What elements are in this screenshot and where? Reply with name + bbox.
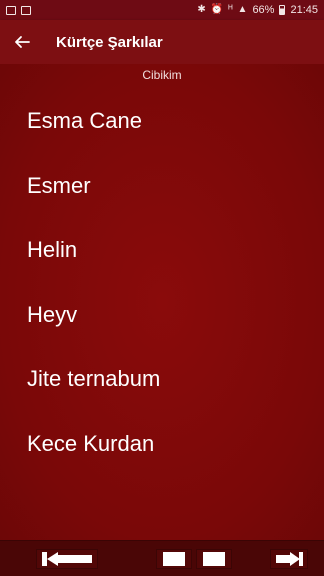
song-item-heyv[interactable]: Heyv (0, 283, 324, 348)
song-item-esma-cane[interactable]: Esma Cane (0, 89, 324, 154)
clock: 21:45 (290, 4, 318, 16)
pause-icon (203, 552, 225, 566)
status-right: ✱ ⏰ ᴴ ▲ 66% 21:45 (197, 4, 318, 16)
bluetooth-icon: ✱ (197, 4, 206, 15)
alarm-icon: ⏰ (210, 4, 224, 15)
arrow-left-icon (15, 36, 30, 48)
stop-icon (163, 552, 185, 566)
player-bar (0, 540, 324, 576)
battery-percent: 66% (252, 4, 275, 16)
song-item-esmer[interactable]: Esmer (0, 154, 324, 219)
wifi-icon: ᴴ (228, 4, 233, 15)
pause-button[interactable] (196, 549, 232, 569)
skip-previous-icon (42, 552, 92, 566)
now-playing-title: Cibikim (142, 68, 182, 82)
status-bar: ✱ ⏰ ᴴ ▲ 66% 21:45 (0, 0, 324, 20)
song-list: Esma Cane Esmer Helin Heyv Jite ternabum… (0, 89, 324, 476)
song-item-helin[interactable]: Helin (0, 218, 324, 283)
skip-next-icon (276, 552, 303, 566)
next-button[interactable] (270, 549, 308, 569)
stop-button[interactable] (156, 549, 192, 569)
song-item-jite-ternabum[interactable]: Jite ternabum (0, 347, 324, 412)
page-title: Kürtçe Şarkılar (56, 33, 163, 51)
previous-button[interactable] (36, 549, 98, 569)
image-icon (6, 5, 16, 15)
song-item-kece-kurdan[interactable]: Kece Kurdan (0, 412, 324, 477)
notification-icon (21, 5, 31, 15)
signal-icon: ▲ (237, 4, 248, 15)
song-list-screen: Cibikim Esma Cane Esmer Helin Heyv Jite … (0, 64, 324, 540)
status-left (6, 5, 31, 15)
back-button[interactable] (0, 20, 44, 64)
toolbar: Kürtçe Şarkılar (0, 20, 324, 64)
battery-icon (279, 5, 286, 15)
